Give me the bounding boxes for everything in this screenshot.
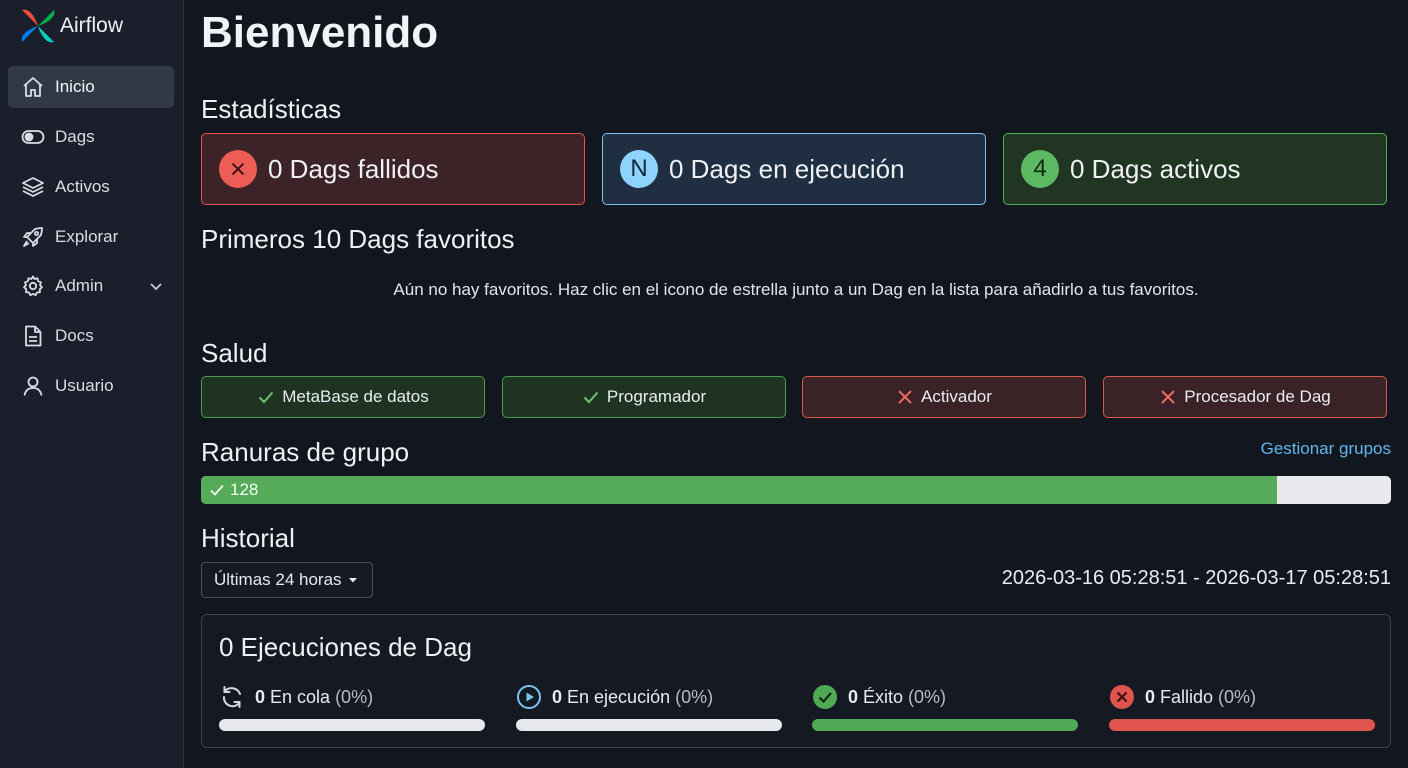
health-scheduler[interactable]: Programador	[502, 376, 786, 418]
active-badge: 4	[1021, 150, 1059, 188]
run-stat-failed[interactable]: 0 Fallido (0%)	[1109, 683, 1375, 731]
page-title: Bienvenido	[201, 8, 439, 57]
x-circle-icon	[1109, 684, 1135, 710]
sidebar-item-usuario[interactable]: Usuario	[8, 365, 174, 407]
gear-icon	[20, 273, 46, 299]
run-stat-success[interactable]: 0 Éxito (0%)	[812, 683, 1078, 731]
sidebar: Airflow Inicio Dags Activos Explorar Adm…	[0, 0, 184, 768]
pool-slots-fill: 128	[201, 476, 1277, 504]
run-pct: (0%)	[908, 686, 947, 707]
sidebar-item-activos[interactable]: Activos	[8, 166, 174, 208]
airflow-logo-icon	[21, 9, 55, 43]
run-bar	[1109, 719, 1375, 731]
document-icon	[20, 323, 46, 349]
refresh-icon	[219, 684, 245, 710]
health-title: Salud	[201, 338, 268, 368]
pool-open-slots: 128	[230, 480, 259, 499]
failed-dags-card[interactable]: 0 Dags fallidos	[201, 133, 585, 205]
time-range-value: Últimas 24 horas	[214, 570, 342, 589]
run-count: 0	[255, 686, 266, 707]
run-count: 0	[1145, 686, 1156, 707]
check-icon	[210, 484, 224, 496]
sidebar-item-label: Activos	[55, 177, 110, 196]
run-count: 0	[848, 686, 859, 707]
running-badge: N	[620, 150, 658, 188]
running-dags-label: 0 Dags en ejecución	[669, 153, 905, 184]
run-bar	[219, 719, 485, 731]
run-pct: (0%)	[335, 686, 374, 707]
run-label: Éxito	[863, 686, 904, 707]
main-content: Bienvenido Estadísticas 0 Dags fallidos …	[201, 0, 1391, 768]
sidebar-item-dags[interactable]: Dags	[8, 116, 174, 158]
dag-runs-panel: 0 Ejecuciones de Dag 0 En cola (0%) 0 En…	[201, 614, 1391, 748]
health-label: Activador	[921, 387, 992, 406]
toggle-icon	[20, 124, 46, 150]
check-icon	[259, 391, 274, 404]
run-bar	[516, 719, 782, 731]
sidebar-item-admin[interactable]: Admin	[8, 265, 174, 307]
x-circle-icon	[219, 150, 257, 188]
run-bar	[812, 719, 1078, 731]
check-circle-icon	[812, 684, 838, 710]
app-name: Airflow	[60, 14, 124, 37]
time-range-select[interactable]: Últimas 24 horas	[201, 562, 373, 598]
user-icon	[20, 373, 46, 399]
run-stat-running[interactable]: 0 En ejecución (0%)	[516, 683, 782, 731]
run-stat-queued[interactable]: 0 En cola (0%)	[219, 683, 485, 731]
health-metadatabase[interactable]: MetaBase de datos	[201, 376, 485, 418]
layers-icon	[20, 174, 46, 200]
sidebar-item-label: Explorar	[55, 227, 119, 246]
run-label: En cola	[270, 686, 331, 707]
pool-slots-bar[interactable]: 128	[201, 476, 1391, 504]
close-icon	[1161, 390, 1175, 404]
run-label: Fallido	[1160, 686, 1214, 707]
date-range: 2026-03-16 05:28:51 - 2026-03-17 05:28:5…	[1001, 567, 1391, 589]
active-dags-label: 0 Dags activos	[1070, 153, 1241, 184]
chevron-down-icon[interactable]	[148, 278, 164, 294]
run-count: 0	[552, 686, 563, 707]
home-icon	[20, 74, 46, 100]
close-icon	[898, 390, 912, 404]
sidebar-item-label: Docs	[55, 326, 94, 345]
health-triggerer[interactable]: Activador	[802, 376, 1086, 418]
sidebar-item-inicio[interactable]: Inicio	[8, 66, 174, 108]
sidebar-item-label: Inicio	[55, 77, 95, 96]
play-circle-icon	[516, 684, 542, 710]
stats-title: Estadísticas	[201, 94, 342, 124]
run-pct: (0%)	[675, 686, 714, 707]
running-dags-card[interactable]: N 0 Dags en ejecución	[602, 133, 986, 205]
active-dags-card[interactable]: 4 0 Dags activos	[1003, 133, 1387, 205]
health-label: Procesador de Dag	[1184, 387, 1331, 406]
brand[interactable]: Airflow	[18, 6, 123, 46]
manage-pools-link[interactable]: Gestionar grupos	[1261, 439, 1391, 459]
caret-down-icon	[348, 578, 357, 583]
run-pct: (0%)	[1218, 686, 1257, 707]
health-label: MetaBase de datos	[282, 387, 429, 406]
health-dag-processor[interactable]: Procesador de Dag	[1103, 376, 1387, 418]
pools-title: Ranuras de grupo	[201, 437, 410, 467]
failed-dags-label: 0 Dags fallidos	[268, 153, 439, 184]
sidebar-item-docs[interactable]: Docs	[8, 315, 174, 357]
sidebar-item-label: Dags	[55, 127, 95, 146]
health-label: Programador	[606, 387, 707, 406]
check-icon	[583, 391, 599, 404]
history-title: Historial	[201, 523, 295, 553]
sidebar-item-label: Usuario	[55, 376, 114, 395]
sidebar-item-label: Admin	[55, 276, 104, 295]
run-label: En ejecución	[567, 686, 671, 707]
rocket-icon	[20, 224, 46, 250]
sidebar-item-explorar[interactable]: Explorar	[8, 216, 174, 258]
favorites-title: Primeros 10 Dags favoritos	[201, 224, 515, 254]
favorites-empty-message: Aún no hay favoritos. Haz clic en el ico…	[393, 280, 1199, 299]
dag-runs-title: 0 Ejecuciones de Dag	[219, 632, 472, 662]
